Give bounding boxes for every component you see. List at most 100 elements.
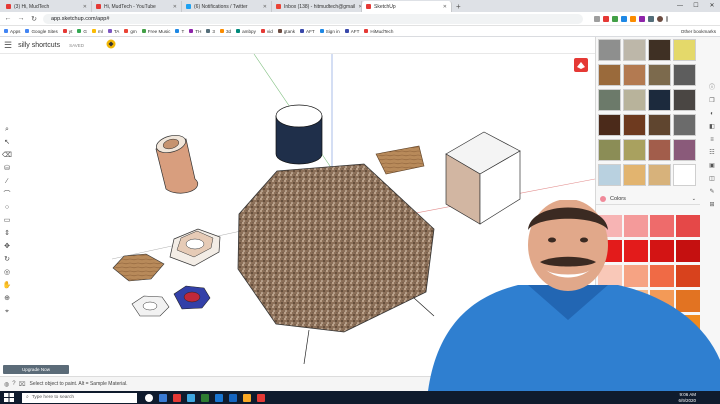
profile-avatar[interactable] [657, 15, 663, 22]
texture-swatch[interactable] [598, 39, 621, 61]
texture-swatch[interactable] [648, 89, 671, 111]
cortana-icon[interactable] [145, 393, 153, 402]
tan-tube[interactable] [154, 132, 199, 194]
bookmark[interactable]: G [77, 29, 87, 34]
push-pull-icon[interactable]: ⇕ [4, 230, 10, 238]
bookmark[interactable]: TA [107, 29, 119, 34]
app-icon[interactable] [201, 393, 209, 402]
extension-icon[interactable] [648, 15, 654, 22]
bookmark[interactable]: AFT [300, 29, 315, 34]
texture-swatch[interactable] [648, 164, 671, 186]
bookmark[interactable]: 3 [206, 29, 215, 34]
upgrade-button[interactable]: Upgrade Now [3, 365, 69, 374]
circle-icon[interactable]: ○ [5, 204, 9, 212]
display-icon[interactable]: ◫ [709, 176, 715, 183]
bookmark[interactable]: gtank [277, 29, 295, 34]
close-tab-icon[interactable]: ✕ [173, 4, 177, 10]
texture-swatch[interactable] [673, 89, 696, 111]
texture-swatch[interactable] [623, 164, 646, 186]
styles-icon[interactable]: ◧ [709, 124, 715, 131]
browser-tab[interactable]: (6) Notifications / Twitter ✕ [182, 1, 272, 12]
components-icon[interactable]: ❒ [709, 98, 714, 105]
line-icon[interactable]: ∕ [6, 178, 7, 186]
materials-icon[interactable]: ◐ [710, 111, 714, 118]
bookmark[interactable]: AFT [344, 29, 359, 34]
maximize-button[interactable]: ☐ [688, 0, 704, 12]
texture-swatch[interactable] [648, 139, 671, 161]
more-menu-icon[interactable] [666, 15, 668, 22]
user-icon[interactable]: ◍ [4, 381, 9, 388]
bookmark[interactable]: vid [260, 29, 273, 34]
texture-swatch[interactable] [648, 114, 671, 136]
texture-swatch[interactable] [673, 164, 696, 186]
close-window-button[interactable]: ✕ [704, 0, 720, 12]
texture-swatch[interactable] [623, 114, 646, 136]
bookmark[interactable]: yt [62, 29, 72, 34]
minimize-button[interactable]: — [672, 0, 688, 12]
texture-swatch[interactable] [598, 89, 621, 111]
bookmark[interactable]: ml [91, 29, 103, 34]
pattern-hex-nut[interactable] [173, 285, 211, 310]
new-tab-button[interactable]: + [452, 1, 465, 12]
select-arrow-icon[interactable]: ↖ [4, 139, 10, 147]
trash-icon[interactable]: ⌧ [19, 381, 26, 388]
back-arrow-icon[interactable]: ← [4, 15, 12, 22]
bookmark[interactable]: T [175, 29, 184, 34]
url-field[interactable]: app.sketchup.com/app# [43, 13, 583, 24]
app-icon[interactable] [257, 393, 265, 402]
extension-icon[interactable] [612, 15, 618, 22]
other-bookmarks[interactable]: Other bookmarks [681, 26, 716, 36]
model-title[interactable]: silly shortcuts [18, 42, 60, 49]
bookmark[interactable]: Sign in [319, 29, 340, 34]
extension-icon[interactable] [621, 15, 627, 22]
bookmark[interactable]: ambpy [236, 29, 256, 34]
eraser-icon[interactable]: ⌫ [2, 152, 12, 160]
browser-tab-active[interactable]: SketchUp ✕ [362, 1, 452, 12]
task-view-icon[interactable] [159, 393, 167, 402]
forward-arrow-icon[interactable]: → [17, 15, 25, 22]
instructor-icon[interactable]: ✎ [709, 189, 714, 196]
browser-tab[interactable]: (3) Hi, MudTech ✕ [2, 1, 92, 12]
close-tab-icon[interactable]: ✕ [263, 4, 267, 10]
tape-icon[interactable]: ⌖ [5, 308, 9, 316]
wood-tile[interactable] [375, 145, 425, 175]
info-icon[interactable]: ⓘ [709, 85, 715, 92]
bookmark[interactable]: 3d [219, 29, 231, 34]
texture-swatch[interactable] [623, 39, 646, 61]
menu-icon[interactable]: ☰ [4, 40, 12, 51]
move-icon[interactable]: ✥ [4, 243, 10, 251]
browser-tab[interactable]: Inbox (138) - hitmudtech@gmail ✕ [272, 1, 362, 12]
wood-hexagon[interactable] [112, 253, 165, 282]
extension-icon[interactable] [639, 15, 645, 22]
app-icon[interactable] [173, 393, 181, 402]
hex-nut[interactable] [169, 228, 221, 267]
extension-icon[interactable] [630, 15, 636, 22]
carpet-octagon[interactable] [237, 163, 435, 333]
bookmark[interactable]: TH [189, 29, 201, 34]
bookmark[interactable]: Apps [4, 29, 20, 34]
bookmark[interactable]: Free Music [141, 29, 170, 34]
close-tab-icon[interactable]: ✕ [83, 4, 87, 10]
extension-icon[interactable] [603, 15, 609, 22]
layers-icon[interactable]: ≡ [710, 137, 714, 144]
bookmark[interactable]: HiMudTech [364, 29, 393, 34]
texture-swatch[interactable] [623, 64, 646, 86]
orbit-icon[interactable]: ◎ [4, 269, 10, 277]
texture-swatch[interactable] [648, 39, 671, 61]
close-tab-icon[interactable]: ✕ [443, 4, 447, 10]
scenes-icon[interactable]: ▣ [709, 163, 715, 170]
small-hex-nut[interactable] [131, 295, 170, 317]
bookmark[interactable]: Google Sites [25, 29, 58, 34]
texture-swatch[interactable] [623, 139, 646, 161]
paint-bucket-icon[interactable]: ⛁ [4, 165, 10, 173]
reload-icon[interactable]: ↻ [30, 15, 38, 23]
texture-swatch[interactable] [648, 64, 671, 86]
pan-icon[interactable]: ✋ [3, 282, 12, 290]
zoom-icon[interactable]: ⊕ [4, 295, 10, 303]
outliner-icon[interactable]: ☷ [709, 150, 714, 157]
edge-icon[interactable] [187, 393, 195, 402]
shape-icon[interactable]: ▭ [4, 217, 11, 225]
file-explorer-icon[interactable] [243, 393, 251, 402]
texture-swatch[interactable] [598, 64, 621, 86]
taskbar-search[interactable]: ⌕ Type here to search [22, 392, 137, 403]
